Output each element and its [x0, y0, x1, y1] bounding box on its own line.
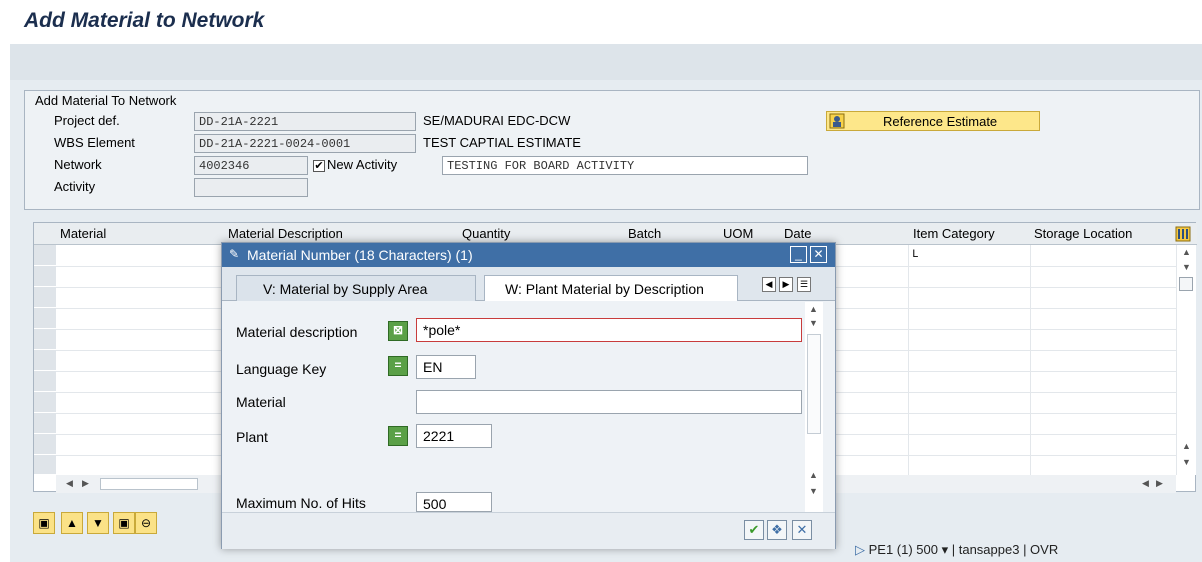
scroll-thumb[interactable] [1179, 277, 1193, 291]
wbs-element-description: TEST CAPTIAL ESTIMATE [423, 135, 581, 150]
activity-field[interactable] [194, 178, 308, 197]
scroll-down-icon[interactable]: ▼ [809, 486, 818, 496]
dialog-tab-strip: V: Material by Supply Area W: Plant Mate… [222, 267, 835, 301]
column-divider [908, 245, 909, 475]
insert-row-icon[interactable]: ▲ [61, 512, 83, 534]
group-title: Add Material To Network [35, 93, 177, 108]
reference-estimate-label: Reference Estimate [883, 114, 998, 129]
dialog-window-icon: ✎ [229, 247, 240, 261]
scroll-right-icon[interactable]: ▶ [82, 478, 89, 489]
application-toolbar [10, 44, 1202, 80]
row-selector[interactable] [34, 329, 56, 350]
system-info[interactable]: PE1 (1) 500 ▾ | tansappe3 | OVR [869, 542, 1059, 557]
copy-row-icon[interactable]: ▣ [113, 512, 135, 534]
activity-description-field[interactable]: TESTING FOR BOARD ACTIVITY [442, 156, 808, 175]
plant-label: Plant [236, 429, 268, 445]
tab-plant-material-by-description[interactable]: W: Plant Material by Description [484, 275, 738, 301]
row-selector[interactable] [34, 434, 56, 455]
row-selector[interactable] [34, 287, 56, 308]
row-selector[interactable] [34, 392, 56, 413]
column-divider [1030, 245, 1031, 475]
material-search-dialog: ✎ Material Number (18 Characters) (1) _ … [221, 242, 836, 549]
column-header-storage-location[interactable]: Storage Location [1034, 226, 1132, 241]
network-field[interactable]: 4002346 [194, 156, 308, 175]
max-hits-label: Maximum No. of Hits [236, 495, 366, 511]
scroll-up-icon[interactable]: ▲ [809, 304, 818, 314]
column-header-material-description[interactable]: Material Description [228, 226, 343, 241]
item-category-cell[interactable]: L [912, 249, 919, 261]
scroll-up-icon[interactable]: ▲ [809, 470, 818, 480]
scroll-thumb[interactable] [807, 334, 821, 434]
status-bar: ▷ PE1 (1) 500 ▾ | tansappe3 | OVR [855, 542, 1058, 558]
row-selector[interactable] [34, 371, 56, 392]
scroll-up-icon[interactable]: ▲ [1182, 441, 1191, 451]
wbs-element-field[interactable]: DD-21A-2221-0024-0001 [194, 134, 416, 153]
row-selector[interactable] [34, 413, 56, 434]
new-activity-checkbox[interactable]: ✔ [313, 160, 325, 172]
row-selector[interactable] [34, 350, 56, 371]
column-header-material[interactable]: Material [60, 226, 106, 241]
select-all-icon[interactable]: ▣ [33, 512, 55, 534]
scroll-up-icon[interactable]: ▲ [1182, 247, 1191, 257]
row-selector[interactable] [34, 308, 56, 329]
max-hits-input[interactable]: 500 [416, 492, 492, 512]
dialog-vertical-scrollbar[interactable]: ▲ ▼ ▲ ▼ [805, 302, 823, 512]
confirm-icon[interactable]: ✔ [744, 520, 764, 540]
activity-label: Activity [54, 179, 96, 194]
tab-scroll-left-icon[interactable]: ◀ [762, 277, 776, 292]
column-header-batch[interactable]: Batch [628, 226, 661, 241]
table-settings-icon[interactable] [1175, 226, 1191, 242]
material-label: Material [236, 394, 286, 410]
column-header-quantity[interactable]: Quantity [462, 226, 510, 241]
status-arrow-icon[interactable]: ▷ [855, 542, 865, 557]
column-header-uom[interactable]: UOM [723, 226, 753, 241]
project-def-description: SE/MADURAI EDC-DCW [423, 113, 571, 128]
language-key-label: Language Key [236, 361, 327, 377]
tab-list-icon[interactable]: ☰ [797, 277, 811, 292]
material-description-input[interactable]: *pole* [416, 318, 802, 342]
row-selector[interactable] [34, 455, 56, 475]
reference-estimate-button[interactable]: Reference Estimate [826, 111, 1040, 131]
selection-option-icon[interactable]: = [388, 356, 408, 376]
dialog-body: Material description ⊠ *pole* Language K… [222, 302, 835, 512]
person-icon [829, 113, 845, 129]
scroll-down-icon[interactable]: ▼ [809, 318, 818, 328]
selection-option-icon[interactable]: ⊠ [388, 321, 408, 341]
dialog-footer: ✔ ❖ ✕ [222, 512, 835, 549]
material-input[interactable] [416, 390, 802, 414]
network-label: Network [54, 157, 102, 172]
row-selector[interactable] [34, 245, 56, 266]
minimize-icon[interactable]: _ [790, 246, 807, 263]
delete-row-icon[interactable]: ⊖ [135, 512, 157, 534]
scroll-down-icon[interactable]: ▼ [1182, 262, 1191, 272]
title-bar: Add Material to Network [0, 0, 1202, 44]
scroll-left-icon[interactable]: ◀ [1142, 478, 1149, 489]
column-header-date[interactable]: Date [784, 226, 811, 241]
language-key-input[interactable]: EN [416, 355, 476, 379]
scroll-down-icon[interactable]: ▼ [1182, 457, 1191, 467]
page-title: Add Material to Network [24, 9, 265, 32]
selection-option-icon[interactable]: = [388, 426, 408, 446]
material-description-label: Material description [236, 324, 358, 340]
project-def-label: Project def. [54, 113, 120, 128]
scroll-left-icon[interactable]: ◀ [66, 478, 73, 489]
wbs-element-label: WBS Element [54, 135, 135, 150]
new-activity-label: New Activity [327, 157, 398, 172]
project-def-field[interactable]: DD-21A-2221 [194, 112, 416, 131]
dialog-title: Material Number (18 Characters) (1) [247, 247, 473, 263]
dialog-title-bar[interactable]: ✎ Material Number (18 Characters) (1) _ … [222, 243, 835, 267]
plant-input[interactable]: 2221 [416, 424, 492, 448]
append-row-icon[interactable]: ▼ [87, 512, 109, 534]
column-header-item-category[interactable]: Item Category [913, 226, 995, 241]
tab-material-by-supply-area[interactable]: V: Material by Supply Area [236, 275, 476, 301]
cancel-icon[interactable]: ✕ [792, 520, 812, 540]
row-selector[interactable] [34, 266, 56, 287]
scroll-right-icon[interactable]: ▶ [1156, 478, 1163, 489]
table-vertical-scrollbar[interactable]: ▲ ▼ ▲ ▼ [1176, 245, 1196, 475]
tab-scroll-right-icon[interactable]: ▶ [779, 277, 793, 292]
multiple-selection-icon[interactable]: ❖ [767, 520, 787, 540]
horizontal-scroll-thumb[interactable] [100, 478, 198, 490]
close-icon[interactable]: ✕ [810, 246, 827, 263]
